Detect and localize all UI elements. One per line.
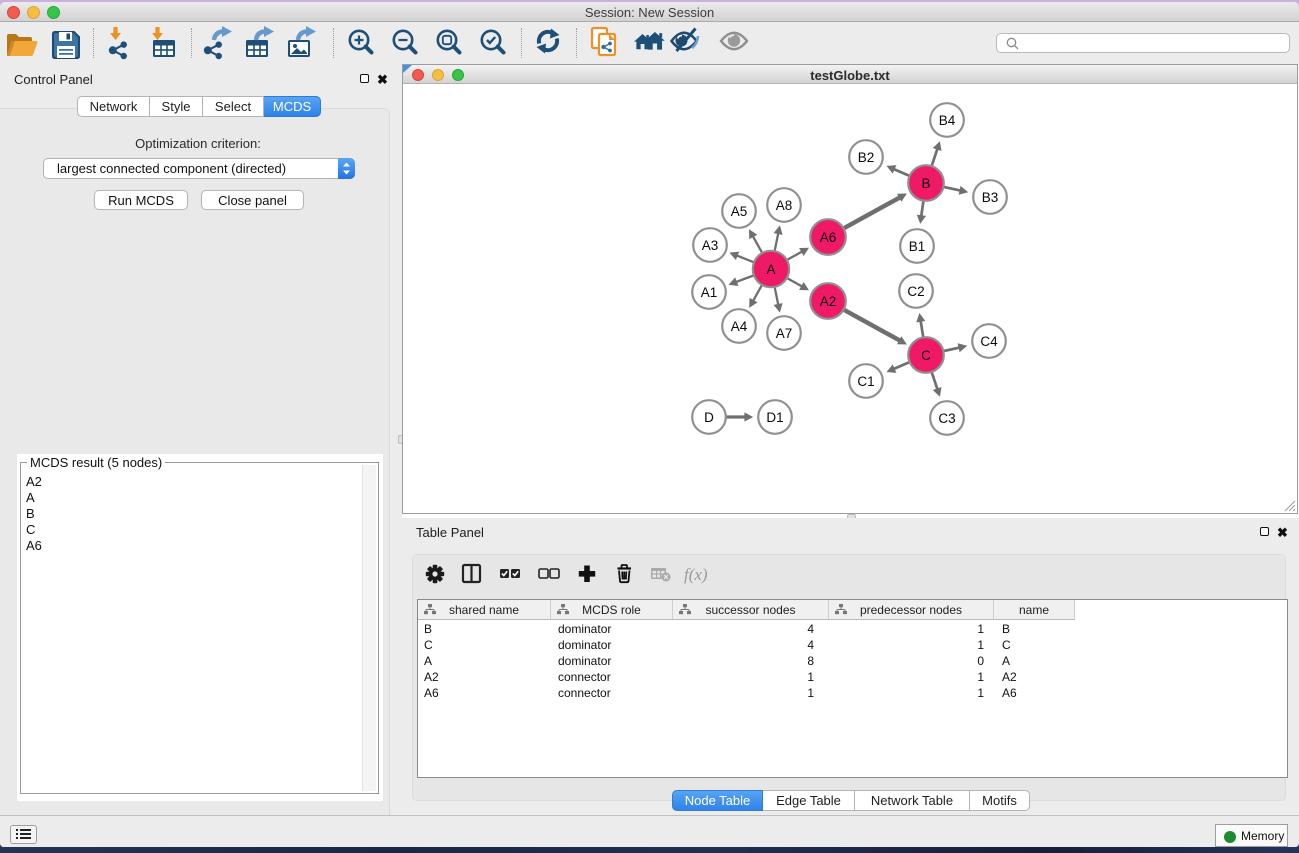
svg-text:B: B [921,176,930,191]
svg-text:B4: B4 [939,113,956,128]
svg-text:C3: C3 [938,411,955,426]
svg-text:A2: A2 [820,294,837,309]
svg-text:B2: B2 [858,150,875,165]
svg-text:A8: A8 [776,198,793,213]
svg-text:A4: A4 [731,319,748,334]
svg-text:A5: A5 [731,204,748,219]
svg-text:C4: C4 [980,334,998,349]
svg-text:A7: A7 [776,326,793,341]
svg-text:A3: A3 [702,238,719,253]
svg-text:A: A [766,262,775,277]
svg-text:A1: A1 [701,285,718,300]
svg-text:D: D [704,410,714,425]
svg-text:C2: C2 [907,284,924,299]
svg-text:B3: B3 [982,190,999,205]
svg-text:D1: D1 [766,410,783,425]
svg-text:C: C [921,348,931,363]
svg-text:B1: B1 [909,239,926,254]
svg-text:A6: A6 [820,230,837,245]
svg-text:C1: C1 [857,374,874,389]
